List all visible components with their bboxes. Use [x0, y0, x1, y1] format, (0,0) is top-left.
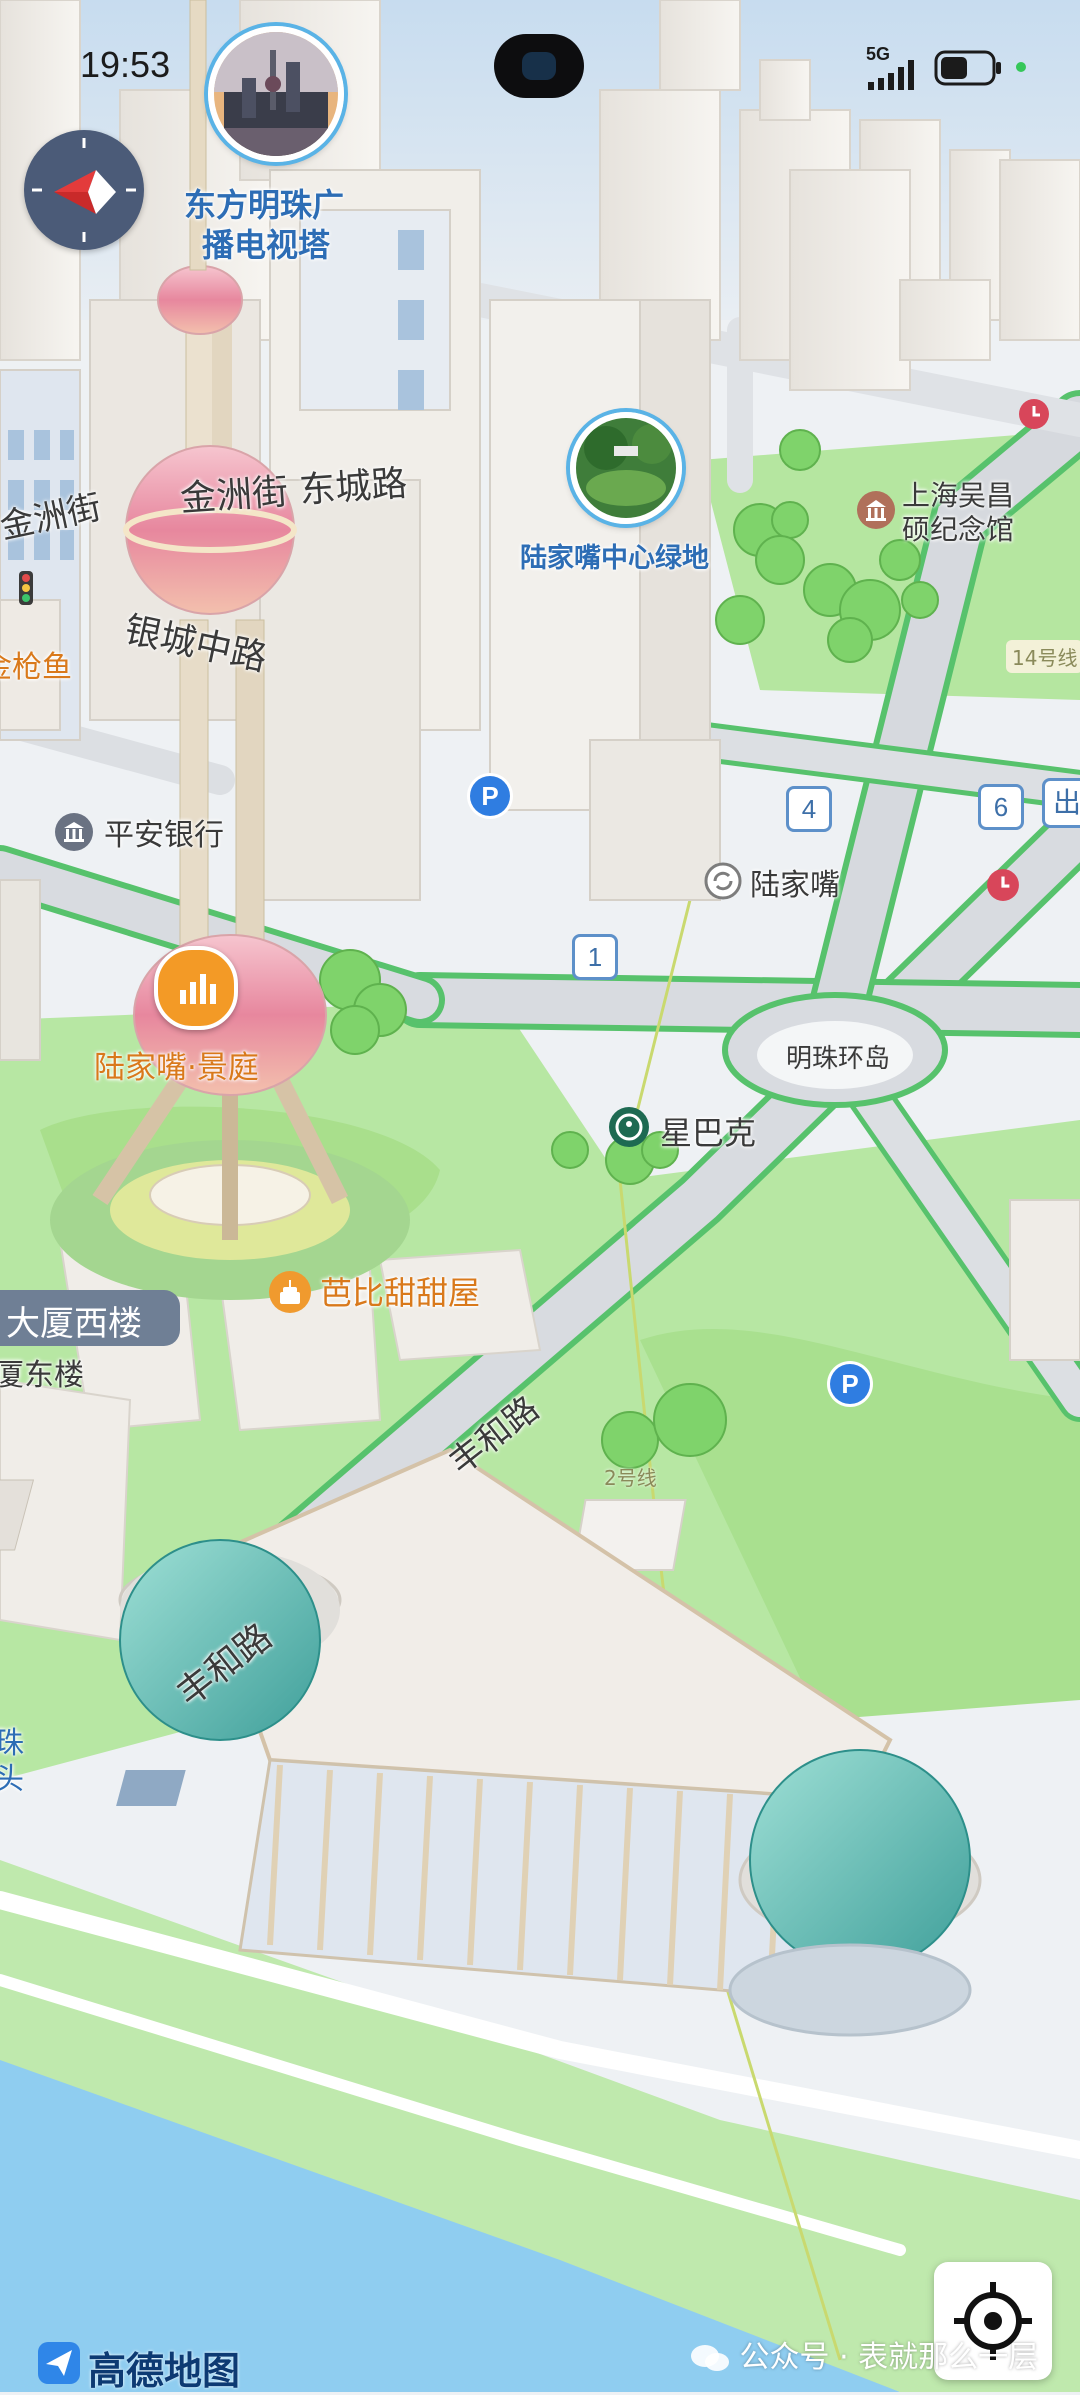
- label-oriental-pearl-line2: 播电视塔: [202, 226, 331, 264]
- dynamic-island: [494, 34, 584, 98]
- bar-chart-icon[interactable]: [154, 946, 238, 1030]
- poi-photo-oriental-pearl[interactable]: [208, 26, 344, 162]
- metro-exit-4[interactable]: 4: [786, 786, 832, 832]
- starbucks-icon[interactable]: [608, 1106, 650, 1148]
- partial-exit-label: 出: [1042, 778, 1080, 828]
- parking-icon[interactable]: P: [470, 776, 510, 816]
- metro-line-14-label: 14号线: [1006, 640, 1080, 673]
- map-canvas[interactable]: [0, 0, 1080, 2392]
- compass-button[interactable]: [24, 130, 144, 250]
- label-mingzhu-roundabout: 明珠环岛: [786, 1044, 891, 1074]
- metro-station-icon[interactable]: [704, 862, 742, 900]
- park-photo: [576, 418, 676, 518]
- bakery-icon[interactable]: [268, 1270, 312, 1314]
- compass-icon: [32, 138, 136, 242]
- label-pingan-bank: 平安银行: [104, 818, 224, 853]
- label-lujiazui-jingting: 陆家嘴·景庭: [94, 1050, 259, 1086]
- bank-icon[interactable]: [54, 812, 94, 852]
- poi-photo-lujiazui-green[interactable]: [570, 412, 682, 524]
- city-skyline-photo: [214, 32, 338, 156]
- metro-line-2-label: 2号线: [604, 1466, 657, 1490]
- wechat-icon: [691, 2344, 729, 2371]
- wechat-watermark: 公众号 · 表就那么一层: [690, 2332, 1038, 2376]
- label-wuchang-line2: 硕纪念馆: [902, 513, 1015, 546]
- label-dasha-east: 厦东楼: [0, 1358, 84, 1393]
- status-bar: 19:53 5G: [0, 0, 1080, 130]
- signal-icon: [868, 60, 914, 90]
- battery-icon: [934, 50, 1001, 86]
- status-time: 19:53: [80, 44, 171, 85]
- label-dasha-west-text: 大厦西楼: [6, 1304, 142, 1344]
- clock-icon[interactable]: [986, 868, 1020, 902]
- paper-plane-icon: [38, 2342, 80, 2384]
- museum-icon[interactable]: [856, 490, 896, 530]
- brand-name: 高德地图: [88, 2349, 241, 2393]
- clock-icon[interactable]: [1018, 398, 1050, 430]
- label-jinqiangyu: 金枪鱼: [0, 650, 72, 685]
- label-lujiazui-station: 陆家嘴: [750, 868, 840, 903]
- label-starbucks: 星巴克: [660, 1114, 757, 1152]
- metro-exit-6[interactable]: 6: [978, 784, 1024, 830]
- label-zhu-tou-line2: 头: [0, 1762, 24, 1797]
- metro-exit-1[interactable]: 1: [572, 934, 618, 980]
- privacy-indicator-dot: [1016, 62, 1026, 72]
- label-lujiazui-green: 陆家嘴中心绿地: [520, 543, 709, 574]
- label-babi-cake: 芭比甜甜屋: [320, 1274, 481, 1312]
- watermark-text: 公众号 · 表就那么一层: [739, 2340, 1039, 2375]
- parking-icon[interactable]: P: [830, 1364, 870, 1404]
- traffic-light-icon: [19, 571, 33, 605]
